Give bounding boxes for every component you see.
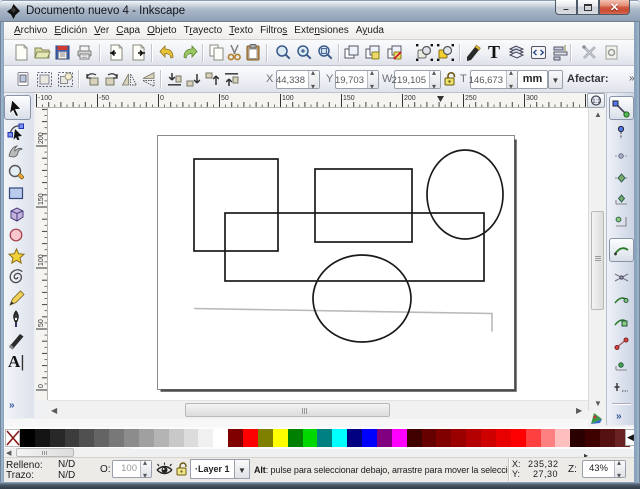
- svg-text:150: 150: [343, 95, 355, 102]
- svg-text:0: 0: [160, 95, 164, 102]
- svg-text:50: 50: [38, 319, 45, 327]
- svg-text:250: 250: [465, 95, 477, 102]
- svg-text:-100: -100: [38, 95, 52, 102]
- svg-text:200: 200: [404, 95, 416, 102]
- svg-text:1:1: 1:1: [592, 99, 601, 105]
- svg-text:100: 100: [282, 95, 294, 102]
- svg-text:-50: -50: [99, 95, 109, 102]
- svg-text:300: 300: [526, 95, 538, 102]
- svg-text:50: 50: [221, 95, 229, 102]
- svg-text:0: 0: [38, 384, 45, 388]
